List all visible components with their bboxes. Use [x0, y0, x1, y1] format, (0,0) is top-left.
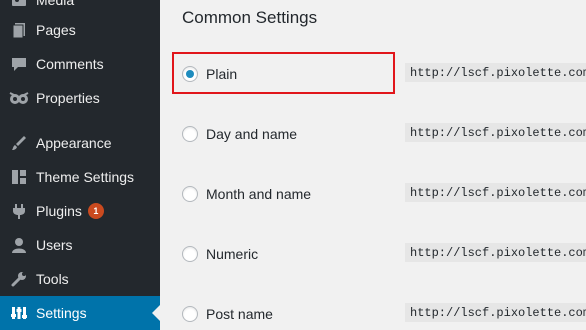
- sidebar-item-theme-settings[interactable]: Theme Settings: [0, 160, 160, 194]
- admin-sidebar: Media Pages Comments Properties Appearan…: [0, 0, 160, 330]
- sidebar-item-label: Properties: [36, 90, 100, 106]
- permalink-example: http://lscf.pixolette.com: [405, 123, 586, 142]
- sidebar-item-comments[interactable]: Comments: [0, 47, 160, 81]
- properties-icon: [9, 88, 29, 108]
- option-label: Post name: [206, 306, 273, 322]
- tools-icon: [9, 269, 29, 289]
- sidebar-item-label: Media: [36, 0, 75, 8]
- sidebar-item-users[interactable]: Users: [0, 228, 160, 262]
- update-count-badge: 1: [87, 203, 104, 219]
- option-label: Plain: [206, 66, 238, 82]
- permalink-option-plain[interactable]: Plain http://lscf.pixolette.com: [182, 62, 586, 86]
- permalink-example: http://lscf.pixolette.com: [405, 303, 586, 322]
- comments-icon: [9, 54, 29, 74]
- radio-plain[interactable]: [182, 66, 198, 82]
- users-icon: [9, 235, 29, 255]
- appearance-icon: [9, 133, 29, 153]
- media-icon: [9, 0, 29, 10]
- sidebar-item-properties[interactable]: Properties: [0, 81, 160, 115]
- theme-settings-icon: [9, 167, 29, 187]
- option-label: Month and name: [206, 186, 312, 202]
- sidebar-item-label: Pages: [36, 22, 76, 38]
- sidebar-item-plugins[interactable]: Plugins 1: [0, 194, 160, 228]
- sidebar-item-label: Settings: [36, 305, 87, 321]
- pages-icon: [9, 20, 29, 40]
- permalink-example: http://lscf.pixolette.com: [405, 243, 586, 262]
- sidebar-item-appearance[interactable]: Appearance: [0, 126, 160, 160]
- settings-icon: [9, 303, 29, 323]
- sidebar-item-label: Comments: [36, 56, 104, 72]
- permalink-option-day-and-name[interactable]: Day and name http://lscf.pixolette.com: [182, 122, 586, 146]
- permalink-option-month-and-name[interactable]: Month and name http://lscf.pixolette.com: [182, 182, 586, 206]
- sidebar-item-pages[interactable]: Pages: [0, 13, 160, 47]
- sidebar-item-settings[interactable]: Settings: [0, 296, 160, 330]
- permalink-example: http://lscf.pixolette.com: [405, 63, 586, 82]
- permalink-example: http://lscf.pixolette.com: [405, 183, 586, 202]
- sidebar-item-label: Theme Settings: [36, 169, 135, 185]
- sidebar-item-label: Users: [36, 237, 73, 253]
- radio-month-and-name[interactable]: [182, 186, 198, 202]
- sidebar-item-tools[interactable]: Tools: [0, 262, 160, 296]
- permalink-option-numeric[interactable]: Numeric http://lscf.pixolette.com: [182, 242, 586, 266]
- plugins-icon: [9, 201, 29, 221]
- section-title: Common Settings: [182, 8, 318, 27]
- radio-numeric[interactable]: [182, 246, 198, 262]
- permalink-option-post-name[interactable]: Post name http://lscf.pixolette.com: [182, 302, 586, 326]
- radio-day-and-name[interactable]: [182, 126, 198, 142]
- sidebar-item-label: Appearance: [36, 135, 112, 151]
- option-label: Numeric: [206, 246, 259, 262]
- radio-checked-dot: [186, 70, 194, 78]
- radio-post-name[interactable]: [182, 306, 198, 322]
- sidebar-item-label: Tools: [36, 271, 69, 287]
- sidebar-item-label: Plugins: [36, 203, 82, 219]
- option-label: Day and name: [206, 126, 298, 142]
